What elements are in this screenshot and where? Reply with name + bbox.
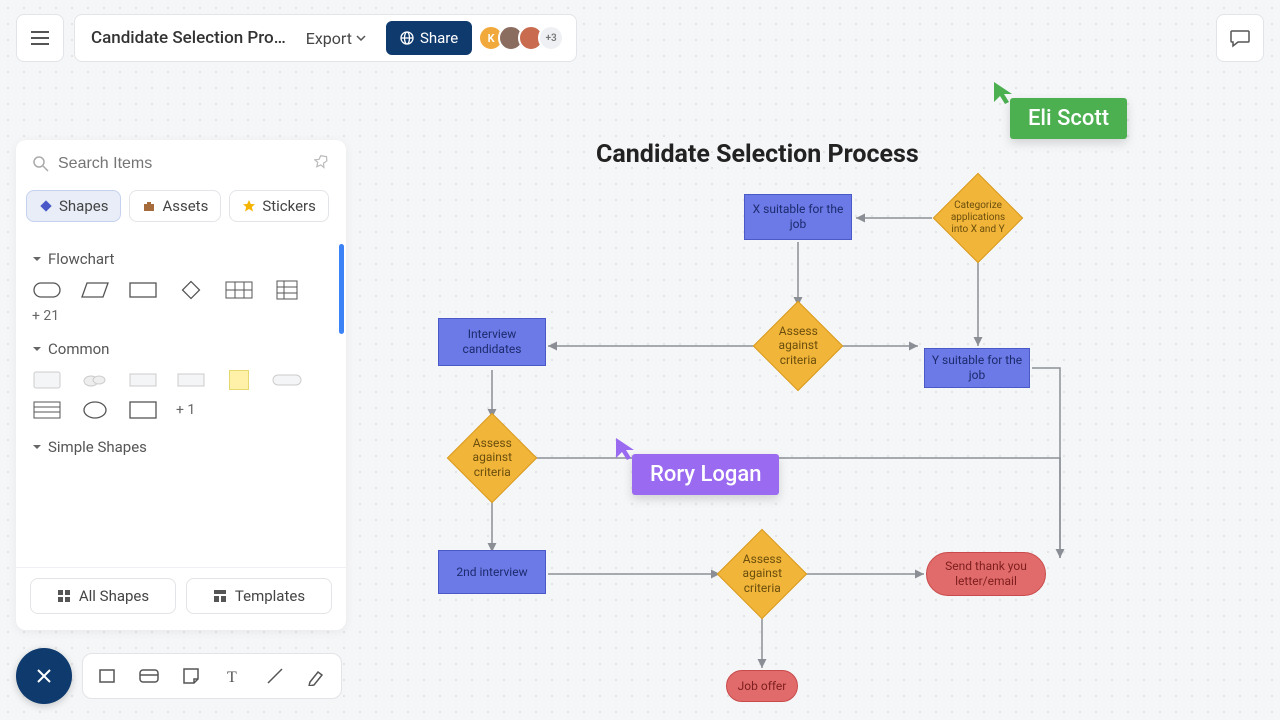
grid-icon	[57, 589, 71, 603]
shape-rows[interactable]	[32, 398, 62, 422]
chat-icon	[1229, 28, 1251, 48]
node-x-suitable[interactable]: X suitable for the job	[744, 194, 852, 240]
shape-card3[interactable]	[176, 368, 206, 392]
tool-highlighter[interactable]	[299, 658, 335, 694]
tool-text[interactable]: T	[215, 658, 251, 694]
layout-icon	[213, 589, 227, 603]
export-button[interactable]: Export	[298, 29, 374, 48]
comments-button[interactable]	[1216, 14, 1264, 62]
shape-rectangle[interactable]	[128, 278, 158, 302]
diamond-icon	[39, 199, 53, 213]
templates-button[interactable]: Templates	[186, 578, 332, 614]
section-common[interactable]: Common	[32, 340, 330, 358]
node-thankyou[interactable]: Send thank you letter/email	[926, 552, 1046, 596]
shape-cloud[interactable]	[80, 368, 110, 392]
node-categorize[interactable]: Categorize applications into X and Y	[933, 173, 1024, 264]
chevron-down-icon	[32, 344, 42, 354]
share-button[interactable]: Share	[386, 21, 472, 55]
tool-rectangle[interactable]	[89, 658, 125, 694]
section-simple[interactable]: Simple Shapes	[32, 438, 330, 456]
all-shapes-button[interactable]: All Shapes	[30, 578, 176, 614]
canvas-title: Candidate Selection Process	[596, 140, 919, 169]
tool-sticky[interactable]	[173, 658, 209, 694]
node-assess1[interactable]: Assess against criteria	[753, 301, 844, 392]
shape-card2[interactable]	[128, 368, 158, 392]
star-icon	[242, 199, 256, 213]
close-tools-button[interactable]	[16, 648, 72, 704]
chevron-down-icon	[32, 254, 42, 264]
search-icon	[32, 155, 50, 173]
node-y-suitable[interactable]: Y suitable for the job	[924, 348, 1030, 388]
cursor-user2: Rory Logan	[632, 454, 779, 495]
chevron-down-icon	[356, 35, 366, 41]
node-assess3[interactable]: Assess against criteria	[717, 529, 808, 620]
node-assess2[interactable]: Assess against criteria	[447, 413, 538, 504]
shape-parallelogram[interactable]	[80, 278, 110, 302]
shape-ellipse[interactable]	[80, 398, 110, 422]
document-title[interactable]: Candidate Selection Pro…	[91, 28, 286, 48]
shape-card1[interactable]	[32, 368, 62, 392]
shape-diamond[interactable]	[176, 278, 206, 302]
shape-table2[interactable]	[272, 278, 302, 302]
shape-rect2[interactable]	[128, 398, 158, 422]
svg-text:T: T	[227, 669, 237, 686]
flowchart-more[interactable]: + 21	[32, 308, 330, 324]
collaborator-avatars[interactable]: K +3	[484, 25, 564, 51]
tab-stickers[interactable]: Stickers	[229, 190, 329, 222]
node-interview[interactable]: Interview candidates	[438, 318, 546, 366]
tool-card[interactable]	[131, 658, 167, 694]
node-job-offer[interactable]: Job offer	[726, 670, 798, 702]
scrollbar[interactable]	[339, 244, 344, 334]
shape-terminator[interactable]	[32, 278, 62, 302]
briefcase-icon	[142, 199, 156, 213]
section-flowchart[interactable]: Flowchart	[32, 250, 330, 268]
shape-sticky[interactable]	[224, 368, 254, 392]
chevron-down-icon	[32, 442, 42, 452]
menu-button[interactable]	[16, 14, 64, 62]
globe-icon	[400, 31, 414, 45]
common-more[interactable]: + 1	[176, 402, 195, 418]
tab-assets[interactable]: Assets	[129, 190, 221, 222]
shapes-panel: Shapes Assets Stickers Flowchart + 21 Co	[16, 140, 346, 630]
shape-table[interactable]	[224, 278, 254, 302]
title-toolbar: Candidate Selection Pro… Export Share K …	[74, 14, 577, 62]
tab-shapes[interactable]: Shapes	[26, 190, 121, 222]
node-second-interview[interactable]: 2nd interview	[438, 550, 546, 594]
avatar-more[interactable]: +3	[538, 25, 564, 51]
shape-pill[interactable]	[272, 368, 302, 392]
cursor-user1: Eli Scott	[1010, 98, 1127, 139]
tool-line[interactable]	[257, 658, 293, 694]
tool-strip: T	[82, 653, 342, 699]
search-input[interactable]	[58, 155, 306, 173]
pin-icon[interactable]	[314, 154, 330, 174]
